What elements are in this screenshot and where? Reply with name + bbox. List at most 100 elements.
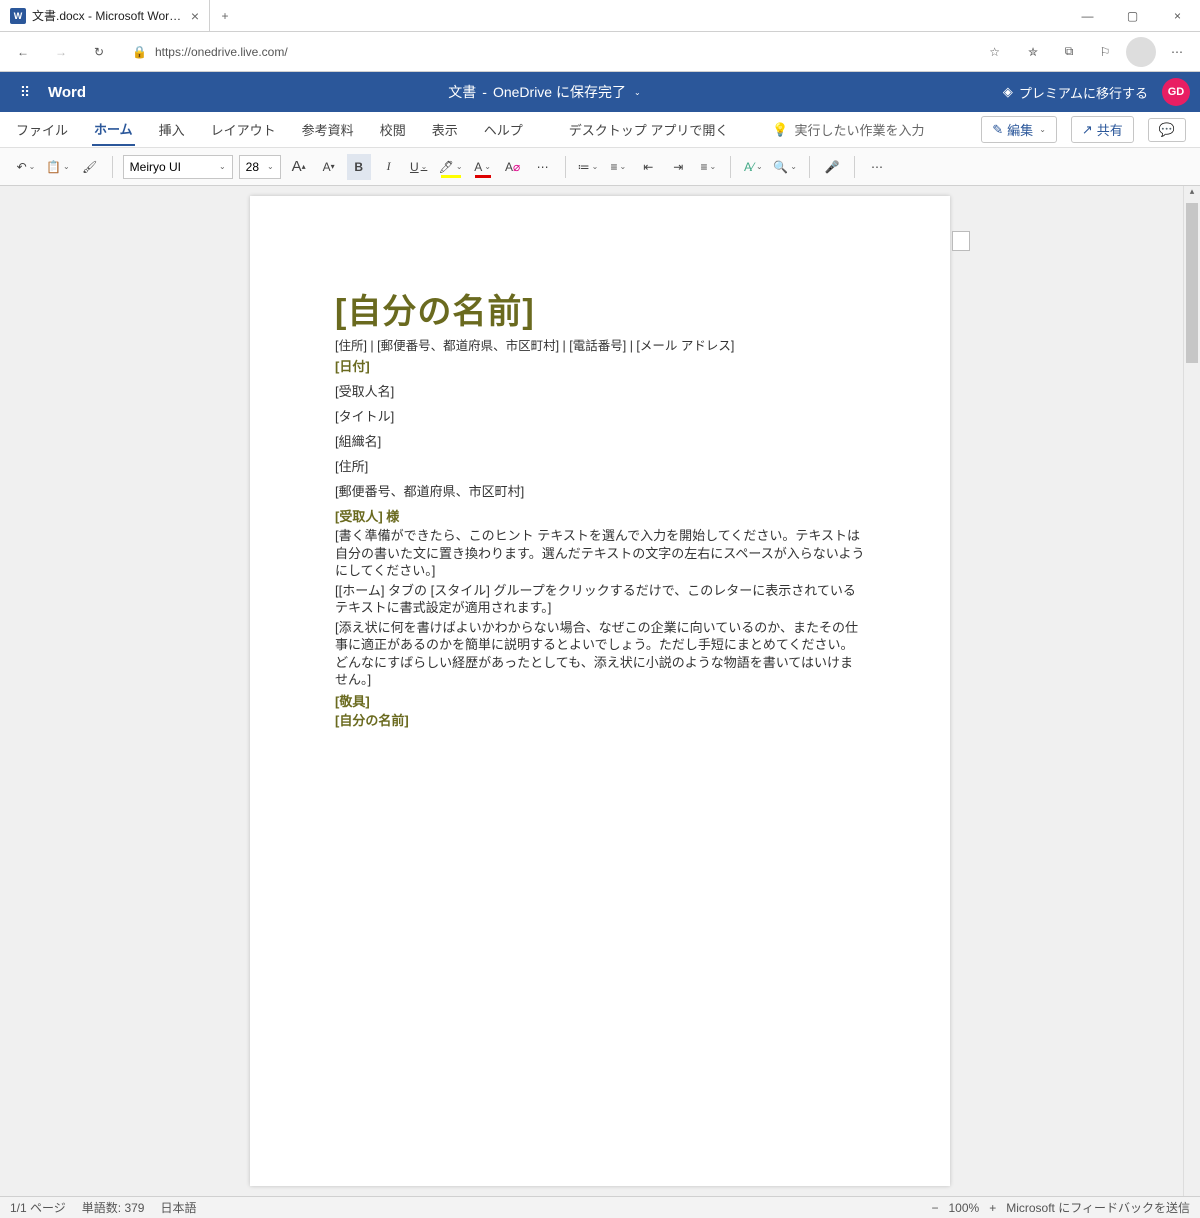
- share-icon: ↗: [1082, 122, 1093, 138]
- lightbulb-icon: 💡: [772, 122, 788, 138]
- document-title: 文書: [448, 82, 476, 102]
- font-size-select[interactable]: 28⌄: [239, 155, 281, 179]
- tab-layout[interactable]: レイアウト: [209, 114, 278, 145]
- url-text: https://onedrive.live.com/: [155, 45, 288, 59]
- diamond-icon: ◈: [1003, 84, 1013, 100]
- document-canvas: [自分の名前] [住所] | [郵便番号、都道府県、市区町村] | [電話番号]…: [0, 186, 1200, 1196]
- maximize-button[interactable]: ▢: [1110, 0, 1155, 32]
- more-font-button[interactable]: ⋯: [531, 154, 555, 180]
- doc-date[interactable]: [日付]: [335, 356, 865, 375]
- lock-icon: 🔒: [132, 45, 147, 59]
- tab-review[interactable]: 校閲: [378, 114, 408, 145]
- bold-button[interactable]: B: [347, 154, 371, 180]
- paste-button[interactable]: 📋⌄: [44, 154, 72, 180]
- tab-close-icon[interactable]: ×: [191, 8, 199, 24]
- collections-icon[interactable]: ⧉: [1054, 37, 1084, 67]
- browser-menu-icon[interactable]: ⋯: [1162, 37, 1192, 67]
- scroll-up-icon[interactable]: ▴: [1184, 186, 1200, 203]
- status-language[interactable]: 日本語: [160, 1199, 196, 1216]
- browser-titlebar: W 文書.docx - Microsoft Word Onli × + — ▢ …: [0, 0, 1200, 32]
- address-bar[interactable]: 🔒 https://onedrive.live.com/ ☆: [122, 38, 1010, 66]
- format-painter-button[interactable]: 🖌: [78, 154, 102, 180]
- tell-me-search[interactable]: 💡 実行したい作業を入力: [772, 120, 924, 139]
- premium-label: プレミアムに移行する: [1019, 83, 1148, 102]
- favorites-icon[interactable]: ✮: [1018, 37, 1048, 67]
- tab-home[interactable]: ホーム: [92, 113, 135, 146]
- extensions-icon[interactable]: ⚐: [1090, 37, 1120, 67]
- status-bar: 1/1 ページ 単語数: 379 日本語 − 100% + Microsoft …: [0, 1196, 1200, 1218]
- status-page[interactable]: 1/1 ページ: [10, 1199, 66, 1216]
- decrease-font-button[interactable]: A▾: [317, 154, 341, 180]
- tab-view[interactable]: 表示: [430, 114, 460, 145]
- share-button[interactable]: ↗ 共有: [1071, 116, 1134, 143]
- page[interactable]: [自分の名前] [住所] | [郵便番号、都道府県、市区町村] | [電話番号]…: [250, 196, 950, 1186]
- user-avatar[interactable]: GD: [1162, 78, 1190, 106]
- back-button[interactable]: ←: [8, 37, 38, 67]
- status-word-count[interactable]: 単語数: 379: [82, 1199, 145, 1216]
- tab-help[interactable]: ヘルプ: [482, 114, 525, 145]
- comment-icon: 💬: [1159, 122, 1175, 138]
- ribbon-tabs: ファイル ホーム 挿入 レイアウト 参考資料 校閲 表示 ヘルプ デスクトップ …: [0, 112, 1200, 148]
- italic-button[interactable]: I: [377, 154, 401, 180]
- align-button[interactable]: ≡⌄: [696, 154, 720, 180]
- tell-me-placeholder: 実行したい作業を入力: [795, 120, 925, 139]
- browser-chrome: ← → ↻ 🔒 https://onedrive.live.com/ ☆ ✮ ⧉…: [0, 32, 1200, 72]
- doc-para-1[interactable]: [書く準備ができたら、このヒント テキストを選んで入力を開始してください。テキス…: [335, 527, 865, 580]
- bullets-button[interactable]: ≔⌄: [576, 154, 601, 180]
- doc-para-2[interactable]: [[ホーム] タブの [スタイル] グループをクリックするだけで、このレターに表…: [335, 582, 865, 617]
- decrease-indent-button[interactable]: ⇤: [636, 154, 660, 180]
- find-button[interactable]: 🔍⌄: [771, 154, 799, 180]
- underline-button[interactable]: U⌄: [407, 154, 431, 180]
- edit-button[interactable]: ✎ 編集 ⌄: [981, 116, 1057, 143]
- scroll-thumb[interactable]: [1186, 203, 1198, 363]
- premium-link[interactable]: ◈ プレミアムに移行する: [1003, 83, 1148, 102]
- new-tab-button[interactable]: +: [210, 9, 240, 23]
- tab-file[interactable]: ファイル: [14, 114, 70, 145]
- pencil-icon: ✎: [992, 122, 1003, 138]
- app-launcher-icon[interactable]: ⠿: [10, 84, 40, 101]
- document-content[interactable]: [自分の名前] [住所] | [郵便番号、都道府県、市区町村] | [電話番号]…: [335, 284, 865, 729]
- document-title-area[interactable]: 文書 - OneDrive に保存完了 ⌄: [86, 82, 1003, 102]
- doc-para-3[interactable]: [添え状に何を書けばよいかわからない場合、なぜこの企業に向いているのか、またその…: [335, 619, 865, 689]
- header-right: ◈ プレミアムに移行する GD: [1003, 78, 1190, 106]
- doc-recipient-name[interactable]: [受取人名]: [335, 381, 865, 400]
- doc-job-title[interactable]: [タイトル]: [335, 406, 865, 425]
- browser-avatar[interactable]: [1126, 37, 1156, 67]
- favorite-star-icon[interactable]: ☆: [989, 45, 1000, 59]
- font-name-select[interactable]: Meiryo UI⌄: [123, 155, 233, 179]
- vertical-scrollbar[interactable]: ▴: [1183, 186, 1200, 1196]
- styles-button[interactable]: A⁄⌄: [741, 154, 765, 180]
- close-button[interactable]: ×: [1155, 0, 1200, 32]
- comments-button[interactable]: 💬: [1148, 118, 1186, 142]
- font-color-button[interactable]: A⌄: [471, 154, 495, 180]
- browser-tab[interactable]: W 文書.docx - Microsoft Word Onli ×: [0, 0, 210, 31]
- increase-font-button[interactable]: A▴: [287, 154, 311, 180]
- doc-addr[interactable]: [住所]: [335, 456, 865, 475]
- zoom-in-button[interactable]: +: [989, 1201, 996, 1215]
- doc-title[interactable]: [自分の名前]: [335, 284, 865, 333]
- undo-button[interactable]: ↶⌄: [14, 154, 38, 180]
- numbering-button[interactable]: ≡⌄: [606, 154, 630, 180]
- feedback-link[interactable]: Microsoft にフィードバックを送信: [1006, 1199, 1190, 1216]
- increase-indent-button[interactable]: ⇥: [666, 154, 690, 180]
- doc-signature[interactable]: [自分の名前]: [335, 710, 865, 729]
- refresh-button[interactable]: ↻: [84, 37, 114, 67]
- doc-closing[interactable]: [敬具]: [335, 691, 865, 710]
- ruler-tab: [952, 231, 970, 251]
- zoom-out-button[interactable]: −: [931, 1201, 938, 1215]
- toolbar-more-button[interactable]: ⋯: [865, 154, 889, 180]
- tab-insert[interactable]: 挿入: [157, 114, 187, 145]
- dictate-button[interactable]: 🎤: [820, 154, 844, 180]
- highlight-button[interactable]: 🖊⌄: [437, 154, 465, 180]
- word-brand[interactable]: Word: [48, 84, 86, 101]
- clear-formatting-button[interactable]: A⌀: [501, 154, 525, 180]
- tab-references[interactable]: 参考資料: [300, 114, 356, 145]
- doc-info-line[interactable]: [住所] | [郵便番号、都道府県、市区町村] | [電話番号] | [メール …: [335, 335, 865, 354]
- doc-postal[interactable]: [郵便番号、都道府県、市区町村]: [335, 481, 865, 500]
- doc-salutation[interactable]: [受取人] 様: [335, 506, 865, 525]
- doc-org[interactable]: [組織名]: [335, 431, 865, 450]
- open-in-desktop[interactable]: デスクトップ アプリで開く: [567, 114, 731, 145]
- forward-button[interactable]: →: [46, 37, 76, 67]
- minimize-button[interactable]: —: [1065, 0, 1110, 32]
- zoom-level[interactable]: 100%: [949, 1201, 980, 1215]
